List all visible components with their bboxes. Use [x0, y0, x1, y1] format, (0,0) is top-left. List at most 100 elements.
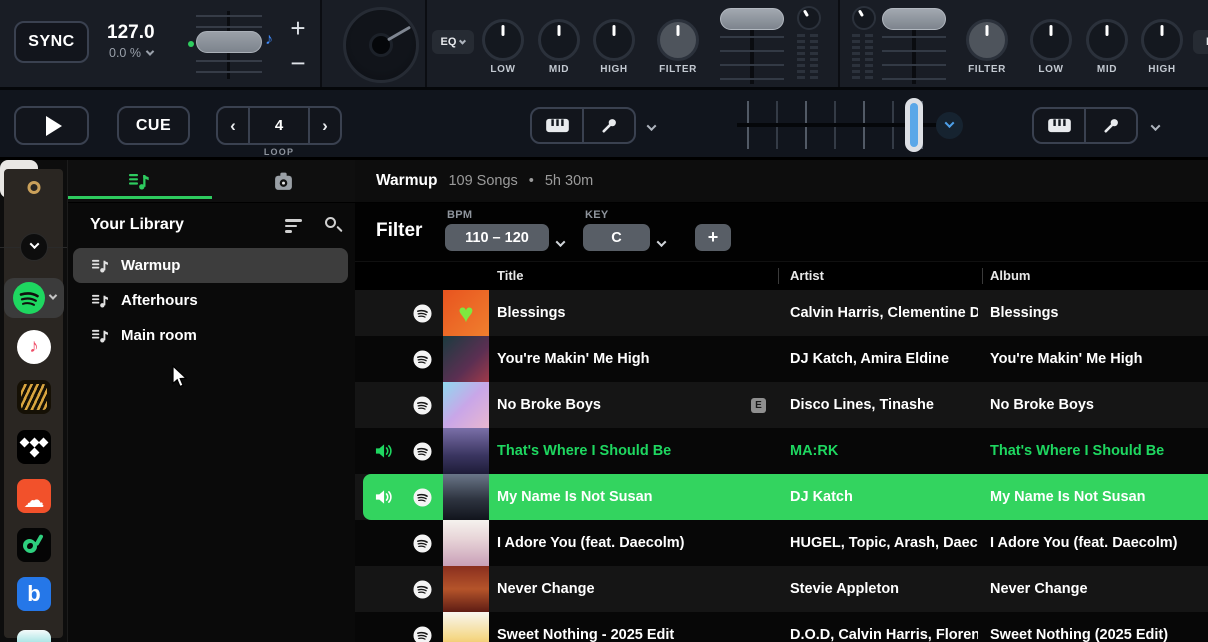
table-row[interactable]: My Name Is Not Susan DJ Katch My Name Is…	[355, 474, 1208, 520]
column-album[interactable]: Album	[990, 268, 1030, 283]
keyboard-mic-group-left	[530, 107, 636, 144]
loop-halve-button[interactable]: ‹	[218, 108, 248, 143]
eq-mode-dropdown-right[interactable]: EQ	[1193, 30, 1208, 54]
collapse-sources-button[interactable]	[20, 233, 48, 261]
table-row[interactable]: That's Where I Should Be MA:RK That's Wh…	[355, 428, 1208, 474]
table-row[interactable]: No Broke Boys E Disco Lines, Tinashe No …	[355, 382, 1208, 428]
track-artist: MA:RK	[790, 428, 978, 474]
playlist-row-main-room[interactable]: Main room	[73, 318, 348, 353]
playlist-icon	[92, 294, 109, 308]
key-filter-value[interactable]: C	[583, 224, 650, 251]
beatsource-icon: b	[27, 581, 40, 607]
track-browser: Warmup 109 Songs • 5h 30m Filter BPM 110…	[355, 160, 1208, 642]
key-filter-dropdown[interactable]	[658, 234, 668, 244]
high-knob-right[interactable]: HIGH	[1141, 19, 1183, 61]
volume-fader-right-handle[interactable]	[882, 8, 946, 30]
loop-length-value[interactable]: 4	[248, 108, 310, 143]
track-album: That's Where I Should Be	[990, 428, 1204, 474]
bpm-filter-dropdown[interactable]	[557, 234, 567, 244]
jog-wheel[interactable]	[343, 7, 419, 83]
spotify-badge-icon	[413, 304, 432, 323]
sidebar-item-beatsource[interactable]: b	[17, 577, 51, 611]
sidebar-item-spotify[interactable]	[4, 278, 64, 318]
crossfader-handle[interactable]	[905, 98, 923, 152]
sidebar-item-dj-pool[interactable]	[17, 380, 51, 414]
crossfader[interactable]	[737, 98, 937, 152]
music-collection-icon[interactable]	[0, 160, 38, 198]
mid-knob-right[interactable]: MID	[1086, 19, 1128, 61]
low-knob-right[interactable]: LOW	[1030, 19, 1072, 61]
mouse-cursor	[172, 365, 189, 394]
loop-double-button[interactable]: ›	[310, 108, 340, 143]
mid-knob-left[interactable]: MID	[538, 19, 580, 61]
track-artist: Stevie Appleton	[790, 566, 978, 612]
album-art	[443, 382, 489, 428]
cue-button[interactable]: CUE	[117, 106, 190, 145]
key-match-note-icon: ♪	[265, 31, 273, 49]
track-album: Sweet Nothing (2025 Edit)	[990, 612, 1204, 642]
source-sidebar: ♪ ☁ b	[0, 160, 68, 642]
keyboard-shortcuts-button[interactable]	[532, 109, 582, 142]
table-row[interactable]: Sweet Nothing - 2025 Edit D.O.D, Calvin …	[355, 612, 1208, 642]
gain-knob-left[interactable]	[797, 6, 821, 30]
tempo-slider[interactable]	[196, 7, 262, 83]
volume-fader-left[interactable]	[720, 6, 784, 86]
microphone-button[interactable]	[582, 109, 634, 142]
sync-button[interactable]: SYNC	[14, 21, 89, 63]
volume-fader-right[interactable]	[882, 6, 946, 86]
album-art	[443, 336, 489, 382]
playlist-header: Warmup 109 Songs • 5h 30m	[355, 160, 1208, 203]
playlist-name: Main room	[121, 327, 197, 344]
column-title[interactable]: Title	[497, 268, 524, 283]
tempo-slider-handle[interactable]	[196, 31, 262, 53]
playlist-duration: 5h 30m	[545, 173, 593, 189]
table-row[interactable]: ♥ Blessings Calvin Harris, Clementine Do…	[355, 290, 1208, 336]
tempo-minus-button[interactable]: −	[286, 50, 310, 76]
vu-meter-left	[795, 34, 819, 82]
crossfader-options-button[interactable]	[936, 112, 963, 139]
filter-knob-right[interactable]: FILTER	[966, 19, 1008, 61]
playlist-song-count: 109 Songs	[448, 173, 517, 189]
tab-crates[interactable]	[212, 160, 356, 202]
track-album: Blessings	[990, 290, 1204, 336]
sidebar-item-partial[interactable]	[17, 630, 51, 642]
apple-music-icon: ♪	[29, 336, 39, 358]
play-button[interactable]	[14, 106, 89, 145]
keyboard-shortcuts-button-right[interactable]	[1034, 109, 1084, 142]
library-title: Your Library	[90, 216, 184, 234]
table-row[interactable]: You're Makin' Me High DJ Katch, Amira El…	[355, 336, 1208, 382]
search-icon[interactable]	[324, 216, 342, 234]
sidebar-item-tidal[interactable]	[17, 430, 51, 464]
low-knob-left[interactable]: LOW	[482, 19, 524, 61]
chevron-down-icon	[1151, 121, 1161, 131]
track-artist: DJ Katch, Amira Eldine	[790, 336, 978, 382]
tempo-percent-dropdown[interactable]: 0.0 %	[109, 46, 153, 60]
playlist-row-afterhours[interactable]: Afterhours	[73, 283, 348, 318]
bpm-filter-label: BPM	[447, 209, 472, 221]
sidebar-item-apple-music[interactable]: ♪	[17, 330, 51, 364]
microphone-button-right[interactable]	[1084, 109, 1136, 142]
table-row[interactable]: Never Change Stevie Appleton Never Chang…	[355, 566, 1208, 612]
sidebar-item-soundcloud[interactable]: ☁	[17, 479, 51, 513]
playlist-row-warmup[interactable]: Warmup	[73, 248, 348, 283]
chevron-down-icon	[945, 118, 955, 128]
volume-fader-left-handle[interactable]	[720, 8, 784, 30]
column-artist[interactable]: Artist	[790, 268, 824, 283]
sidebar-item-beatport[interactable]	[17, 528, 51, 562]
sort-icon[interactable]	[285, 219, 303, 233]
gain-knob-right[interactable]	[852, 6, 876, 30]
table-row[interactable]: I Adore You (feat. Daecolm) HUGEL, Topic…	[355, 520, 1208, 566]
keyboard-icon	[545, 117, 570, 134]
bpm-filter-value[interactable]: 110 – 120	[445, 224, 549, 251]
deck-options-dropdown-right[interactable]	[1152, 118, 1162, 128]
sync-status-dot	[188, 41, 194, 47]
tempo-plus-button[interactable]: +	[286, 15, 310, 41]
add-filter-button[interactable]: +	[695, 224, 731, 251]
eq-mode-dropdown[interactable]: EQ	[432, 30, 474, 54]
track-title: I Adore You (feat. Daecolm)	[497, 535, 684, 551]
deck-options-dropdown-left[interactable]	[648, 118, 658, 128]
high-knob-left[interactable]: HIGH	[593, 19, 635, 61]
filter-knob-left[interactable]: FILTER	[657, 19, 699, 61]
bpm-value: 127.0	[107, 22, 155, 44]
track-album: Never Change	[990, 566, 1204, 612]
